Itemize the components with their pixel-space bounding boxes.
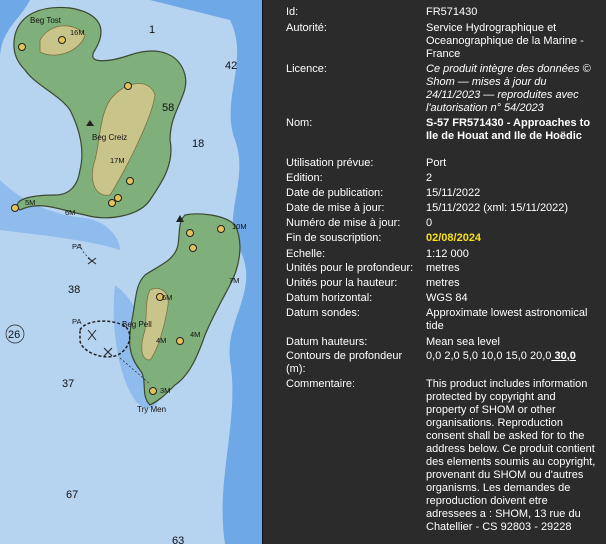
info-value: 0,0 2,0 5,0 10,0 15,0 20,0 30,0 [426,350,576,362]
info-value: FR571430 [426,6,478,18]
info-value: Port [426,157,447,169]
height-label: 4M [156,336,166,345]
info-value: 0 [426,217,433,229]
info-value: 15/11/2022 [426,187,481,199]
info-key: Id: [286,6,299,18]
place-label: Beg Pell [122,320,152,329]
info-key: Datum horizontal: [286,292,373,304]
info-key: Unités pour la hauteur: [286,277,398,289]
marker-label: PA [72,242,81,251]
depth-sounding: 26 [8,329,20,341]
info-key: Datum sondes: [286,307,360,319]
place-label: Beg Tost [30,16,62,25]
chart-canvas: Beg Tost Beg Creiz Beg Pell Try Men 16M … [0,0,262,544]
info-key: Edition: [286,172,323,184]
info-key: Autorité: [286,22,327,34]
depth-sounding: 63 [172,535,184,544]
rock-marker [108,199,116,207]
rock-marker [189,244,197,252]
info-value: Service Hydrographique et Oceanographiqu… [426,22,584,60]
rock-marker [124,82,132,90]
depth-sounding: 38 [68,284,80,296]
info-key: Commentaire: [286,378,356,390]
info-value: Ce produit intègre des données © Shom — … [426,63,591,114]
info-key: Date de publication: [286,187,384,199]
height-label: 7M [229,276,239,285]
info-value-emph: 30,0 [551,350,576,362]
rock-marker [149,387,157,395]
info-value: Approximate lowest astronomical tide [426,307,588,332]
depth-sounding: 18 [192,138,204,150]
rock-marker [58,36,66,44]
info-value: WGS 84 [426,292,468,304]
info-value: 1:12 000 [426,248,469,260]
depth-sounding: 1 [149,24,155,36]
info-value: 15/11/2022 (xml: 15/11/2022) [426,202,569,214]
info-key: Datum hauteurs: [286,336,368,348]
rock-marker [126,177,134,185]
info-value: S-57 FR571430 - Approaches to Ile de Hou… [426,117,591,142]
depth-sounding: 42 [225,60,237,72]
marker-label: PA [72,317,81,326]
info-value: metres [426,277,460,289]
info-key: Licence: [286,63,327,75]
height-label: 10M [232,222,247,231]
chart-info-panel: Id: FR571430 Autorité: Service Hydrographiq… [262,0,606,544]
info-key: Numéro de mise à jour: [286,217,401,229]
height-label: 6M [65,208,75,217]
info-key: Utilisation prévue: [286,157,374,169]
rock-marker [18,43,26,51]
rock-marker [217,225,225,233]
info-key: Echelle: [286,248,326,260]
info-value: metres [426,262,460,274]
height-label: 4M [190,330,200,339]
info-key: Nom: [286,117,313,129]
info-value: This product includes information protec… [426,378,596,533]
place-label: Try Men [137,405,166,414]
info-key: Unités pour le profondeur: [286,262,414,274]
rock-marker [186,229,194,237]
depth-sounding: 67 [66,489,78,501]
info-value: Mean sea level [426,336,500,348]
info-key: Fin de souscription: [286,232,382,244]
height-label: 5M [25,198,35,207]
info-key: Contours de profondeur (m): [286,350,403,375]
height-label: 16M [70,28,85,37]
depth-sounding: 58 [162,102,174,114]
rock-marker [176,337,184,345]
rock-marker [114,194,122,202]
nautical-chart[interactable]: Beg Tost Beg Creiz Beg Pell Try Men 16M … [0,0,262,544]
height-label: 3M [160,386,170,395]
info-value: 2 [426,172,433,184]
info-value: 02/08/2024 [426,232,482,244]
rock-marker [11,204,19,212]
info-key: Date de mise à jour: [286,202,385,214]
height-label: 6M [162,293,172,302]
height-label: 17M [110,156,125,165]
place-label: Beg Creiz [92,133,127,142]
depth-sounding: 37 [62,378,74,390]
